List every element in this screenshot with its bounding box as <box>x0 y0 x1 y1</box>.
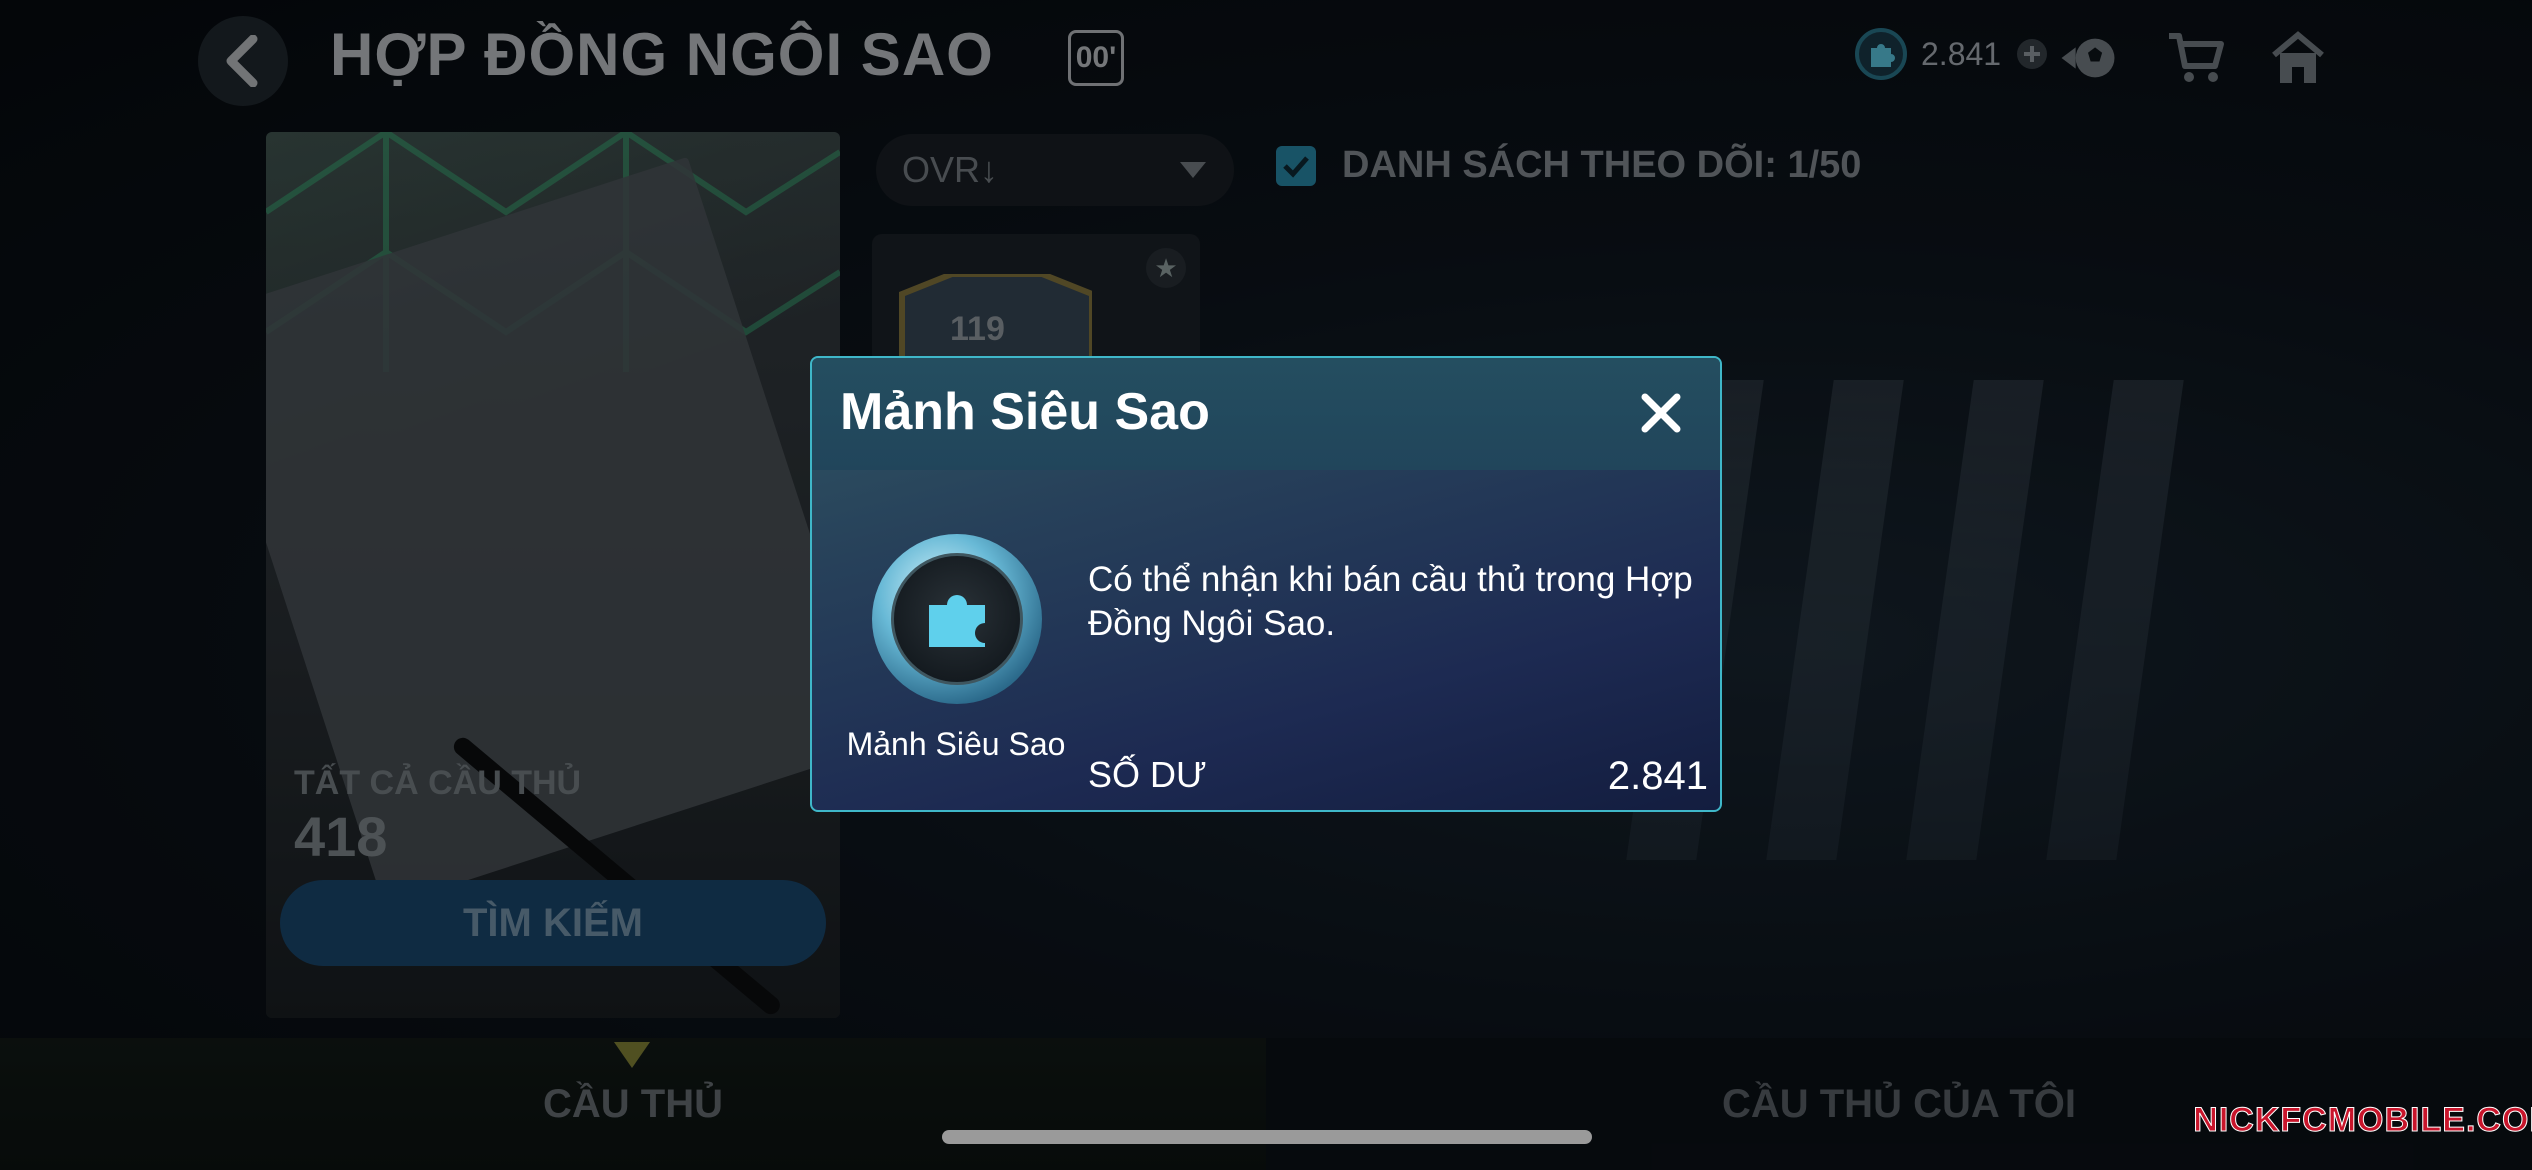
watermark-logo: NICKFCMOBILE.COM <box>2193 1100 2532 1139</box>
balance-label: SỐ DƯ <box>1088 754 1207 795</box>
dialog-title: Mảnh Siêu Sao <box>840 383 1210 441</box>
puzzle-piece-icon <box>929 595 985 647</box>
balance-value: 2.841 <box>1607 754 1708 798</box>
superstar-piece-icon <box>872 534 1042 704</box>
home-indicator[interactable] <box>942 1130 1592 1144</box>
close-icon <box>1641 393 1681 433</box>
item-info-dialog: Mảnh Siêu Sao Mảnh Siêu Sao Có thể nhận … <box>810 356 1722 812</box>
item-description: Có thể nhận khi bán cầu thủ trong Hợp Đồ… <box>1088 560 1693 643</box>
close-button[interactable] <box>1636 388 1686 438</box>
item-name: Mảnh Siêu Sao <box>846 726 1066 762</box>
